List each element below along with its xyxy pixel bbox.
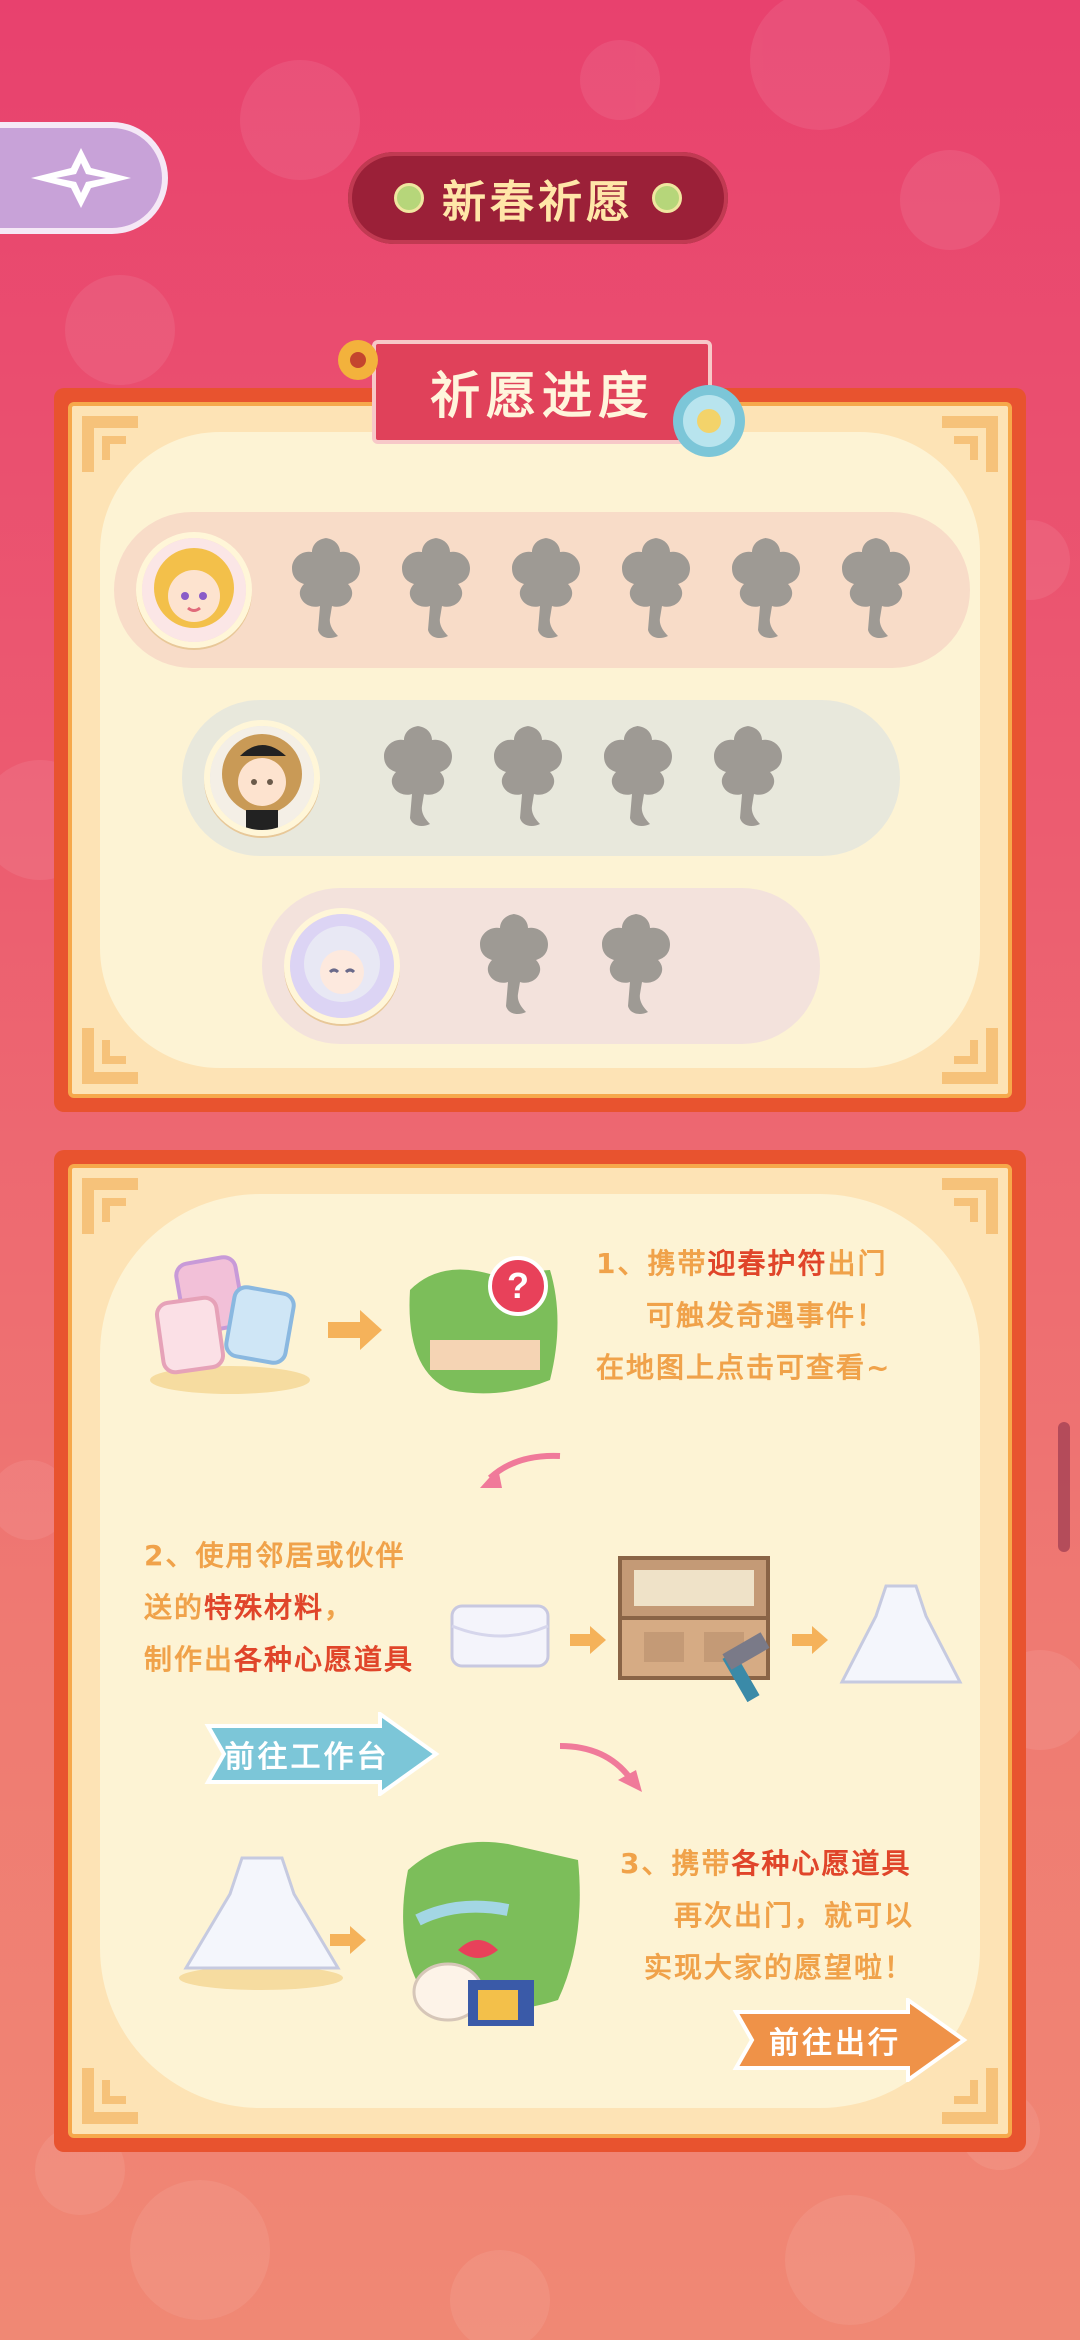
scrollbar-handle[interactable]: [1058, 1422, 1070, 1552]
arrow-right-icon: [570, 1626, 606, 1654]
curved-arrow-icon: [480, 1452, 561, 1488]
wish-tree-silhouette-icon: [604, 726, 672, 826]
back-button[interactable]: [0, 122, 168, 234]
wish-tree-silhouette-icon: [292, 538, 360, 638]
go-out-button[interactable]: 前往出行: [732, 1998, 968, 2082]
corner-ornament: [942, 416, 998, 472]
wish-tree-silhouette-icon: [602, 914, 670, 1014]
avatar-blonde-girl[interactable]: [136, 532, 252, 648]
star-compass-icon: [31, 148, 131, 208]
corner-ornament: [942, 1028, 998, 1084]
map-gifts-illustration: [403, 1841, 580, 2026]
wish-tree-silhouette-icon: [480, 914, 548, 1014]
wish-tree-silhouette-icon: [384, 726, 452, 826]
event-title-banner: 新春祈愿: [348, 152, 728, 244]
corner-ornament: [82, 1178, 138, 1234]
wish-tree-silhouette-icon: [512, 538, 580, 638]
wish-tree-silhouette-icon: [622, 538, 690, 638]
corner-ornament: [82, 2068, 138, 2124]
progress-row-3: [262, 888, 820, 1044]
map-question-illustration: ?: [409, 1256, 558, 1394]
goto-workbench-button[interactable]: 前往工作台: [204, 1712, 440, 1796]
avatar-silver-hair-girl[interactable]: [284, 908, 400, 1024]
step-3-text: 3、携带各种心愿道具 再次出门，就可以 实现大家的愿望啦！: [620, 1847, 915, 1984]
dress-illustration: [839, 1584, 963, 1684]
plum-flower-icon: [338, 340, 378, 380]
curved-arrow-icon: [559, 1743, 642, 1792]
arrow-right-icon: [792, 1626, 828, 1654]
dress-illustration: [179, 1856, 343, 1990]
arrow-right-icon: [330, 1926, 366, 1954]
flower-icon: [394, 183, 424, 213]
arrow-right-icon: [328, 1310, 382, 1350]
wish-tree-silhouette-icon: [732, 538, 800, 638]
progress-row-1: [114, 512, 970, 668]
progress-row-2: [182, 700, 900, 856]
wish-tree-silhouette-icon: [842, 538, 910, 638]
wish-tree-silhouette-icon: [714, 726, 782, 826]
step-1-text: 1、携带迎春护符出门 可触发奇遇事件！ 在地图上点击可查看~: [596, 1247, 892, 1384]
corner-ornament: [942, 1178, 998, 1234]
avatar-curly-hair-boy[interactable]: [204, 720, 320, 836]
wish-tree-silhouette-icon: [402, 538, 470, 638]
corner-ornament: [82, 416, 138, 472]
snowflake-flower-icon: [673, 385, 745, 457]
go-out-button-label: 前往出行: [769, 2026, 901, 2061]
progress-panel-title: 祈愿进度: [372, 340, 712, 444]
flower-icon: [652, 183, 682, 213]
fabric-material-illustration: [450, 1604, 550, 1668]
progress-title-text: 祈愿进度: [430, 367, 654, 425]
step-2-text: 2、使用邻居或伙伴 送的特殊材料， 制作出各种心愿道具: [144, 1539, 415, 1676]
workbench-button-label: 前往工作台: [224, 1740, 390, 1775]
wish-tree-silhouette-icon: [494, 726, 562, 826]
corner-ornament: [82, 1028, 138, 1084]
svg-text:?: ?: [507, 1265, 529, 1306]
event-title: 新春祈愿: [442, 177, 634, 228]
charms-illustration: [150, 1255, 310, 1394]
workbench-illustration: [618, 1556, 770, 1703]
